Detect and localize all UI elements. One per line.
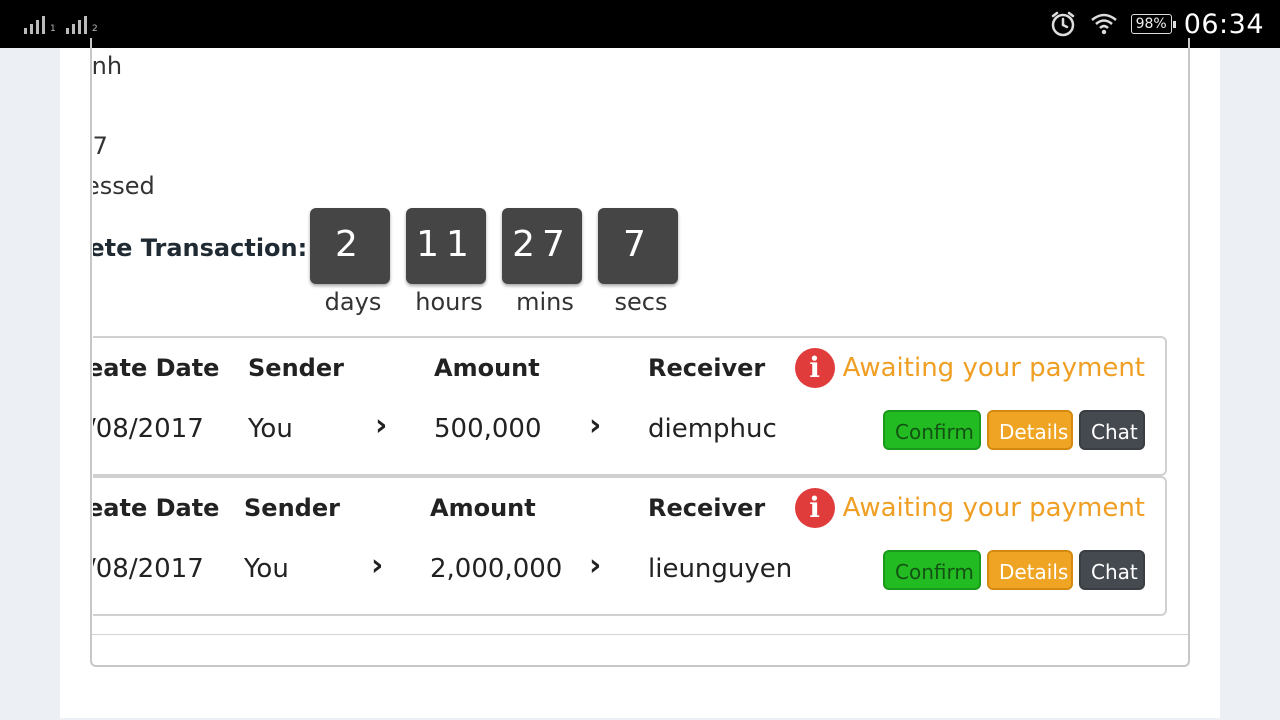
countdown-secs: 7 — [598, 208, 678, 284]
details-button[interactable]: Details — [987, 550, 1073, 590]
chevron-right-icon: › — [589, 408, 602, 443]
chevron-right-icon: › — [371, 548, 384, 583]
receiver-header: Receiver — [648, 494, 766, 522]
receiver-value: lieunguyen — [648, 554, 793, 584]
confirm-button[interactable]: Confirm — [883, 550, 981, 590]
info-line-status: essed — [93, 172, 155, 200]
create-date-value: /08/2017 — [93, 414, 204, 444]
chat-button[interactable]: Chat — [1079, 550, 1145, 590]
status-text: Awaiting your payment — [842, 353, 1145, 383]
confirm-button[interactable]: Confirm — [883, 410, 981, 450]
signal-icon: 1 — [24, 12, 56, 34]
info-icon: i — [794, 488, 835, 528]
sim2-label: 2 — [92, 24, 98, 34]
amount-header: Amount — [434, 354, 540, 382]
countdown-hours: 11 — [406, 208, 486, 284]
countdown-days: 2 — [310, 208, 390, 284]
sender-header: Sender — [244, 494, 340, 522]
signal-icon: 2 — [66, 12, 98, 34]
create-date-value: /08/2017 — [93, 554, 204, 584]
status-badge: i Awaiting your payment — [794, 488, 1145, 528]
alarm-icon — [1051, 11, 1074, 37]
receiver-value: diemphuc — [648, 414, 777, 444]
chevron-right-icon: › — [589, 548, 602, 583]
wifi-icon — [1090, 13, 1117, 35]
transaction-card: eate Date Sender Amount Receiver /08/201… — [93, 336, 1167, 476]
info-icon: i — [794, 348, 835, 388]
receiver-header: Receiver — [648, 354, 766, 382]
status-text: Awaiting your payment — [842, 493, 1145, 523]
hours-label: hours — [415, 288, 483, 316]
action-buttons: Confirm Details Chat — [883, 550, 1145, 590]
sender-value: You — [244, 554, 289, 584]
info-line-3: .7 — [93, 132, 108, 160]
info-line-2: ) — [93, 92, 94, 120]
countdown-label: plete Transaction: — [93, 234, 308, 262]
action-buttons: Confirm Details Chat — [883, 410, 1145, 450]
amount-value: 2,000,000 — [430, 554, 563, 584]
panel-content[interactable]: inh ) .7 essed plete Transaction: 2 11 2… — [93, 48, 1193, 648]
amount-header: Amount — [430, 494, 536, 522]
chat-button[interactable]: Chat — [1079, 410, 1145, 450]
countdown-mins: 27 — [502, 208, 582, 284]
secs-label: secs — [614, 288, 668, 316]
sender-header: Sender — [248, 354, 344, 382]
sim1-label: 1 — [50, 24, 56, 34]
sender-value: You — [248, 414, 293, 444]
info-line-name: inh — [93, 52, 123, 80]
chevron-right-icon: › — [375, 408, 388, 443]
battery-icon: 98% — [1130, 14, 1176, 34]
create-date-header: eate Date — [93, 354, 220, 382]
amount-value: 500,000 — [434, 414, 542, 444]
create-date-header: eate Date — [93, 494, 220, 522]
status-time: 06:34 — [1183, 8, 1264, 40]
days-label: days — [324, 288, 382, 316]
status-badge: i Awaiting your payment — [794, 348, 1145, 388]
transaction-card: eate Date Sender Amount Receiver /08/201… — [93, 476, 1167, 616]
mins-label: mins — [516, 288, 574, 316]
details-button[interactable]: Details — [987, 410, 1073, 450]
page-card: inh ) .7 essed plete Transaction: 2 11 2… — [60, 38, 1220, 718]
